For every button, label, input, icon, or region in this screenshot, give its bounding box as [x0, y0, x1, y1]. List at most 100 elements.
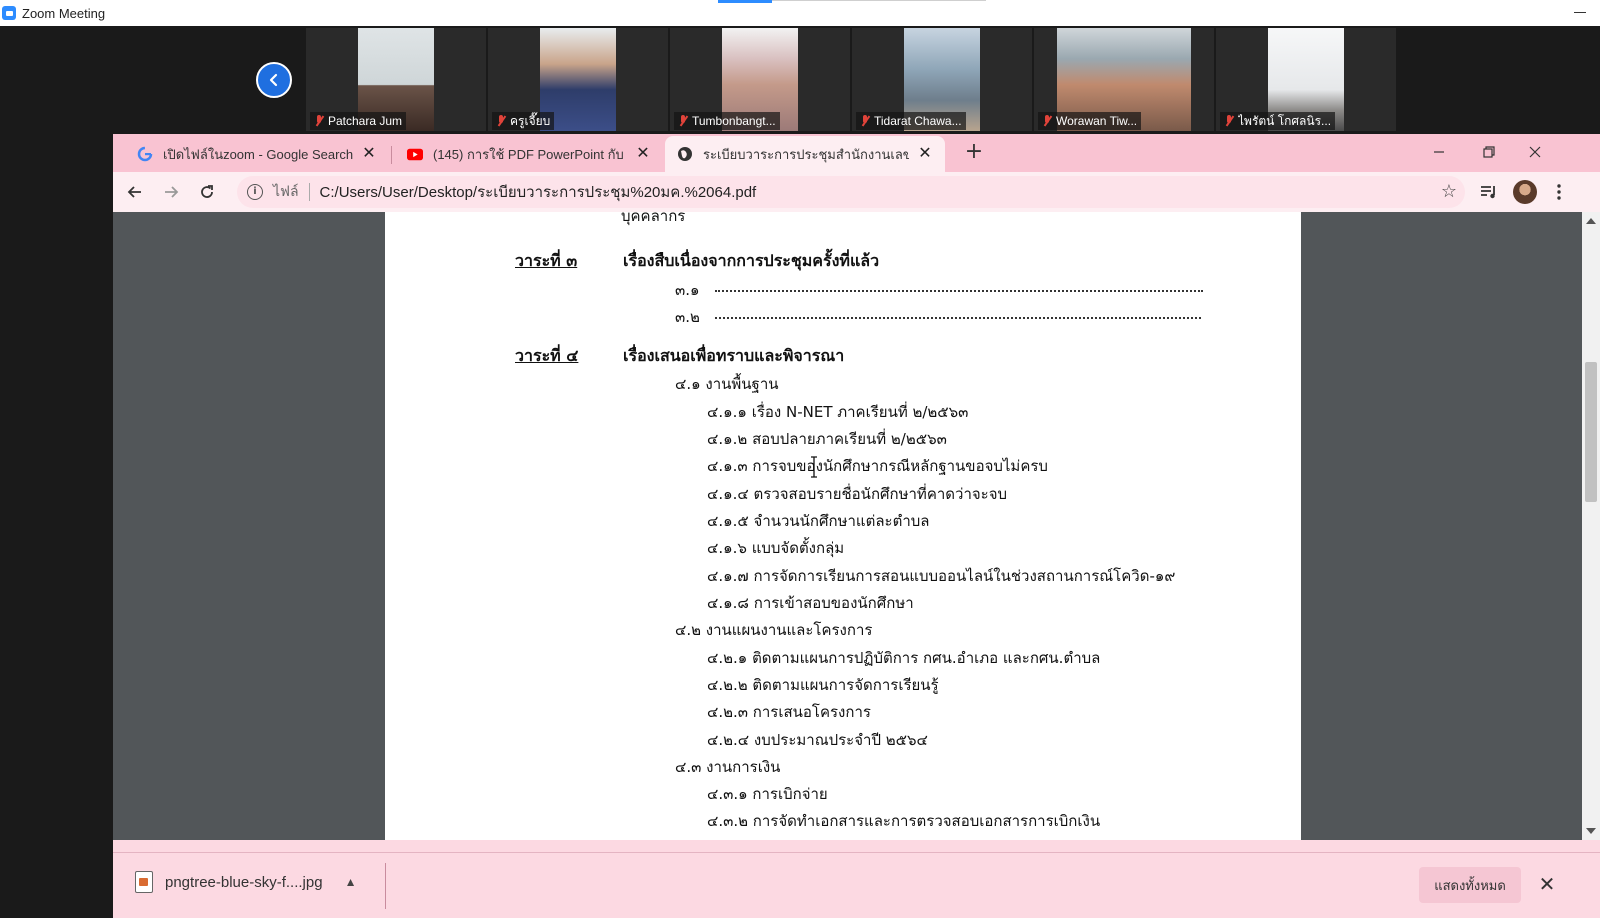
muted-mic-icon	[1224, 115, 1234, 127]
doc-cut-line: บุคคลากร	[621, 212, 686, 225]
section-item: ๔.๒.๒ ติดตามแผนการจัดการเรียนรู้	[707, 676, 939, 694]
muted-mic-icon	[1042, 115, 1052, 127]
participant-namebar: ไพรัตน์ โกศลนิร...	[1220, 112, 1336, 130]
screen-share-track	[772, 0, 986, 1]
section-item: ๔.๒.๔ งบประมาณประจำปี ๒๕๖๔	[707, 731, 928, 749]
show-all-downloads-button[interactable]: แสดงทั้งหมด	[1419, 867, 1521, 903]
section-item: ๔.๓.๒ การจัดทำเอกสารและการตรวจสอบเอกสารก…	[707, 812, 1101, 830]
minimize-icon[interactable]	[1574, 12, 1586, 13]
tab-youtube[interactable]: (145) การใช้ PDF PowerPoint กับ A ✕	[393, 136, 663, 172]
section-item: ๔.๒.๑ ติดตามแผนการปฏิบัติการ กศน.อำเภอ แ…	[707, 649, 1101, 667]
address-scheme: ไฟล์	[273, 183, 299, 199]
muted-mic-icon	[314, 115, 324, 127]
tab-close-icon[interactable]: ✕	[361, 146, 377, 162]
screen-share-indicator	[718, 0, 772, 3]
tab-separator	[391, 146, 392, 164]
profile-button[interactable]	[1511, 178, 1539, 206]
scroll-down-icon[interactable]	[1586, 828, 1596, 834]
participant-namebar: Patchara Jum	[310, 112, 407, 130]
muted-mic-icon	[860, 115, 870, 127]
agenda-4-title: เรื่องเสนอเพื่อทราบและพิจารณา	[623, 346, 845, 365]
forward-button[interactable]	[157, 178, 185, 206]
section-item: ๔.๒.๓ การเสนอโครงการ	[707, 703, 871, 721]
section-item: ๔.๑.๕ จำนวนนักศึกษาแต่ละตำบล	[707, 512, 930, 530]
section-item: ๔.๑.๖ แบบจัดตั้งกลุ่ม	[707, 539, 845, 557]
pdf-viewer[interactable]: บุคคลากร วาระที่ ๓ เรื่องสืบเนื่องจากการ…	[113, 212, 1600, 840]
reload-button[interactable]	[193, 178, 221, 206]
participant-tile[interactable]: ไพรัตน์ โกศลนิร...	[1216, 28, 1396, 131]
new-tab-button[interactable]: +	[961, 140, 987, 166]
section-title: ๔.๓ งานการเงิน	[675, 758, 781, 776]
agenda-3-label: วาระที่ ๓	[515, 251, 578, 270]
tab-pdf-document[interactable]: ระเบียบวาระการประชุมสำนักงานเลขานุ ✕	[665, 136, 945, 172]
participant-tile[interactable]: ครูเจี๊ยบ	[488, 28, 668, 131]
section-item: ๔.๓.๑ การเบิกจ่าย	[707, 785, 828, 803]
address-bar[interactable]: i ไฟล์ C:/Users/User/Desktop/ระเบียบวาระ…	[237, 176, 1465, 208]
media-control-button[interactable]	[1475, 178, 1503, 206]
google-icon	[137, 146, 153, 162]
menu-button[interactable]	[1545, 178, 1573, 206]
image-file-icon	[135, 871, 153, 893]
muted-mic-icon	[496, 115, 506, 127]
agenda-3-title: เรื่องสืบเนื่องจากการประชุมครั้งที่แล้ว	[623, 251, 880, 270]
participant-namebar: Tidarat Chawa...	[856, 112, 966, 130]
zoom-logo-icon	[2, 6, 16, 20]
scrollbar-thumb[interactable]	[1585, 362, 1597, 502]
participant-name: ไพรัตน์ โกศลนิร...	[1238, 113, 1332, 128]
tab-close-icon[interactable]: ✕	[635, 146, 651, 162]
tab-close-icon[interactable]: ✕	[917, 146, 933, 162]
download-file-name: pngtree-blue-sky-f....jpg	[165, 873, 323, 891]
reload-icon	[201, 185, 213, 198]
browser-window: เปิดไฟล์ในzoom - Google Search ✕ (145) ก…	[113, 134, 1600, 918]
address-separator	[308, 183, 310, 201]
participant-name: ครูเจี๊ยบ	[510, 113, 551, 128]
info-icon[interactable]: i	[247, 184, 263, 200]
chevron-left-icon	[269, 73, 278, 87]
address-url[interactable]: C:/Users/User/Desktop/ระเบียบวาระการประช…	[320, 180, 757, 204]
window-minimize-button[interactable]	[1417, 138, 1461, 166]
chevron-up-icon[interactable]: ▲	[345, 875, 357, 889]
agenda-3-item: ๓.๒	[675, 308, 700, 326]
section-title: ๔.๒ งานแผนงานและโครงการ	[675, 621, 873, 639]
participant-tile[interactable]: Tumbonbangt...	[670, 28, 850, 131]
pdf-page: บุคคลากร วาระที่ ๓ เรื่องสืบเนื่องจากการ…	[385, 212, 1301, 840]
globe-icon	[677, 146, 693, 162]
download-item[interactable]: pngtree-blue-sky-f....jpg ▲	[135, 871, 356, 893]
participant-namebar: Worawan Tiw...	[1038, 112, 1142, 130]
close-shelf-icon[interactable]: ✕	[1535, 873, 1559, 897]
playlist-icon	[1481, 186, 1495, 199]
window-restore-button[interactable]	[1467, 138, 1511, 166]
zoom-title-bar: Zoom Meeting	[0, 0, 1600, 26]
gallery-prev-button[interactable]	[256, 62, 292, 98]
window-title: Zoom Meeting	[22, 5, 106, 21]
scroll-up-icon[interactable]	[1586, 218, 1596, 224]
back-button[interactable]	[121, 178, 149, 206]
participant-tile[interactable]: Worawan Tiw...	[1034, 28, 1214, 131]
section-item: ๔.๑.๑ เรื่อง N-NET ภาคเรียนที่ ๒/๒๕๖๓	[707, 403, 969, 421]
participant-name: Patchara Jum	[328, 114, 403, 128]
avatar	[1513, 180, 1537, 204]
section-item: ๔.๑.๔ ตรวจสอบรายชื่อนักศึกษาที่คาดว่าจะจ…	[707, 485, 1008, 503]
fill-in-dots	[715, 317, 1201, 319]
participant-tile[interactable]: Tidarat Chawa...	[852, 28, 1032, 131]
participant-name: Tidarat Chawa...	[874, 114, 962, 128]
viewer-scrollbar[interactable]	[1582, 212, 1600, 840]
participant-tile[interactable]: Patchara Jum	[306, 28, 486, 131]
section-item: ๔.๑.๘ การเข้าสอบของนักศึกษา	[707, 594, 914, 612]
download-shelf: pngtree-blue-sky-f....jpg ▲ แสดงทั้งหมด …	[113, 852, 1600, 918]
participant-namebar: Tumbonbangt...	[674, 112, 780, 130]
tab-google-search[interactable]: เปิดไฟล์ในzoom - Google Search ✕	[113, 136, 389, 172]
fill-in-dots	[715, 290, 1203, 292]
browser-toolbar: i ไฟล์ C:/Users/User/Desktop/ระเบียบวาระ…	[113, 172, 1600, 212]
restore-icon	[1483, 146, 1495, 158]
window-close-button[interactable]	[1513, 138, 1557, 166]
section-item: ๔.๑.๒ สอบปลายภาคเรียนที่ ๒/๒๕๖๓	[707, 430, 947, 448]
bookmark-star-icon[interactable]: ☆	[1441, 182, 1457, 202]
tab-strip: เปิดไฟล์ในzoom - Google Search ✕ (145) ก…	[113, 134, 1600, 172]
section-title: ๔.๑ งานพื้นฐาน	[675, 375, 779, 393]
agenda-3-item: ๓.๑	[675, 281, 700, 299]
close-icon	[1529, 146, 1541, 158]
arrow-left-icon	[127, 186, 141, 198]
section-item: ๔.๑.๓ การจบของนักศึกษากรณีหลักฐานขอจบไม่…	[707, 457, 1048, 475]
youtube-icon	[407, 146, 423, 162]
